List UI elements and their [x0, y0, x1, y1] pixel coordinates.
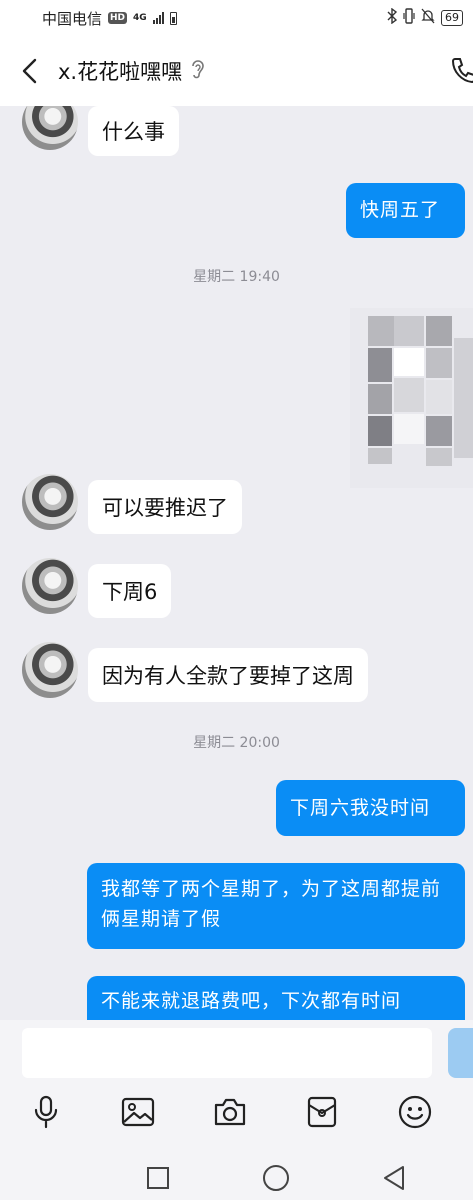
message-out[interactable]: 快周五了: [346, 183, 465, 238]
bluetooth-icon: [387, 7, 398, 28]
message-in[interactable]: 可以要推迟了: [88, 480, 242, 534]
chat-messages[interactable]: 什么事 快周五了 星期二 19:40 可以要推迟了 下周6 因为有人全款了要掉了…: [0, 106, 473, 1020]
chat-header: x.花花啦嘿嘿: [0, 36, 473, 106]
message-image[interactable]: [350, 308, 473, 488]
carrier-label: 中国电信: [42, 9, 103, 28]
message-in[interactable]: 什么事: [88, 106, 179, 156]
contact-avatar[interactable]: [22, 558, 78, 614]
image-icon[interactable]: [118, 1092, 158, 1132]
timestamp: 星期二 20:00: [193, 735, 280, 751]
emoji-icon[interactable]: [395, 1092, 435, 1132]
message-in[interactable]: 因为有人全款了要掉了这周: [88, 648, 368, 702]
contact-name: x.花花啦嘿嘿: [58, 60, 183, 84]
ear-icon: [190, 59, 204, 83]
battery-small-icon: [169, 11, 177, 25]
bell-off-icon: [421, 8, 435, 28]
input-area: [0, 1020, 473, 1200]
contact-avatar[interactable]: [22, 106, 78, 150]
back-icon[interactable]: [376, 1160, 412, 1196]
send-button[interactable]: [448, 1028, 473, 1078]
recent-apps-icon[interactable]: [140, 1160, 176, 1196]
contact-avatar[interactable]: [22, 642, 78, 698]
message-input[interactable]: [22, 1028, 432, 1078]
microphone-icon[interactable]: [26, 1092, 66, 1132]
camera-icon[interactable]: [210, 1092, 250, 1132]
network-label: 4G: [133, 13, 147, 23]
home-icon[interactable]: [258, 1160, 294, 1196]
contact-avatar[interactable]: [22, 474, 78, 530]
timestamp: 星期二 19:40: [193, 269, 280, 285]
phone-icon[interactable]: [450, 56, 473, 84]
chevron-left-icon[interactable]: [18, 58, 42, 84]
message-out[interactable]: 下周六我没时间: [276, 780, 465, 836]
red-packet-icon[interactable]: [302, 1092, 342, 1132]
message-out[interactable]: 我都等了两个星期了，为了这周都提前俩星期请了假: [87, 863, 465, 949]
signal-icon: [152, 12, 164, 24]
vibrate-icon: [403, 8, 415, 28]
message-in[interactable]: 下周6: [88, 564, 172, 618]
status-bar: 中国电信 HD 4G 69: [0, 0, 473, 36]
contact-title[interactable]: x.花花啦嘿嘿: [58, 56, 204, 86]
battery-level: 69: [441, 10, 463, 26]
hd-badge: HD: [108, 12, 128, 24]
message-out[interactable]: 不能来就退路费吧，下次都有时间: [87, 976, 465, 1020]
